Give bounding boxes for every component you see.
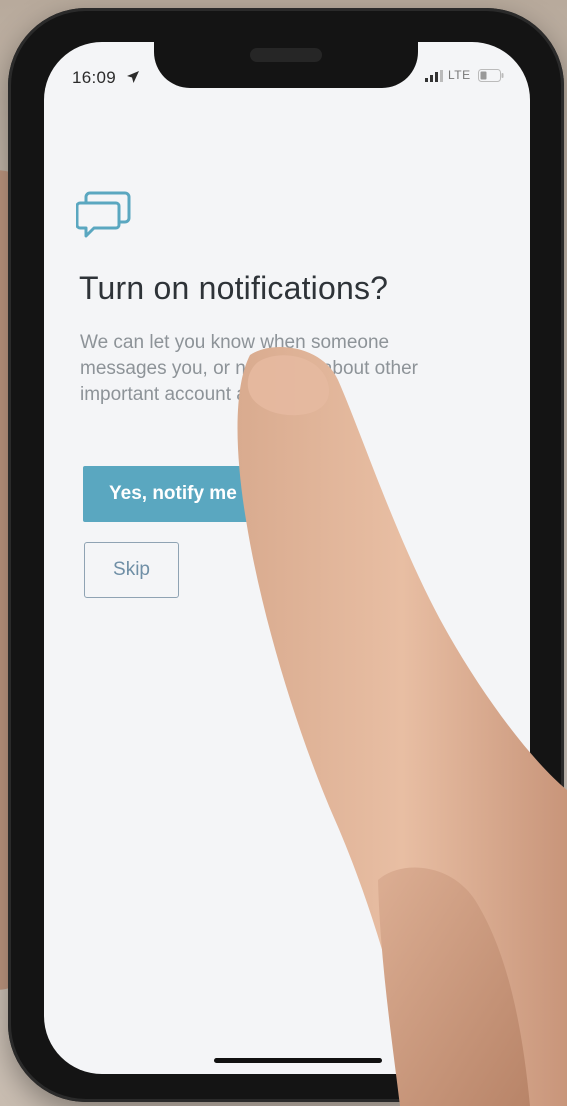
chat-bubbles-icon [76, 191, 131, 238]
network-type: LTE [448, 68, 471, 82]
earpiece-speaker [250, 48, 322, 62]
status-time: 16:09 [72, 68, 117, 87]
dialog-title: Turn on notifications? [79, 270, 389, 306]
dialog-description: We can let you know when someone message… [80, 332, 418, 405]
location-arrow-icon [127, 71, 139, 83]
home-indicator[interactable] [214, 1058, 382, 1063]
battery-low-icon [478, 69, 504, 82]
skip-button[interactable]: Skip [84, 542, 179, 598]
cellular-signal-icon [425, 70, 443, 82]
yes-notify-button[interactable]: Yes, notify me [83, 466, 288, 522]
photo-scene: 16:09 LTE Turn on notifications? We can … [0, 0, 567, 1106]
